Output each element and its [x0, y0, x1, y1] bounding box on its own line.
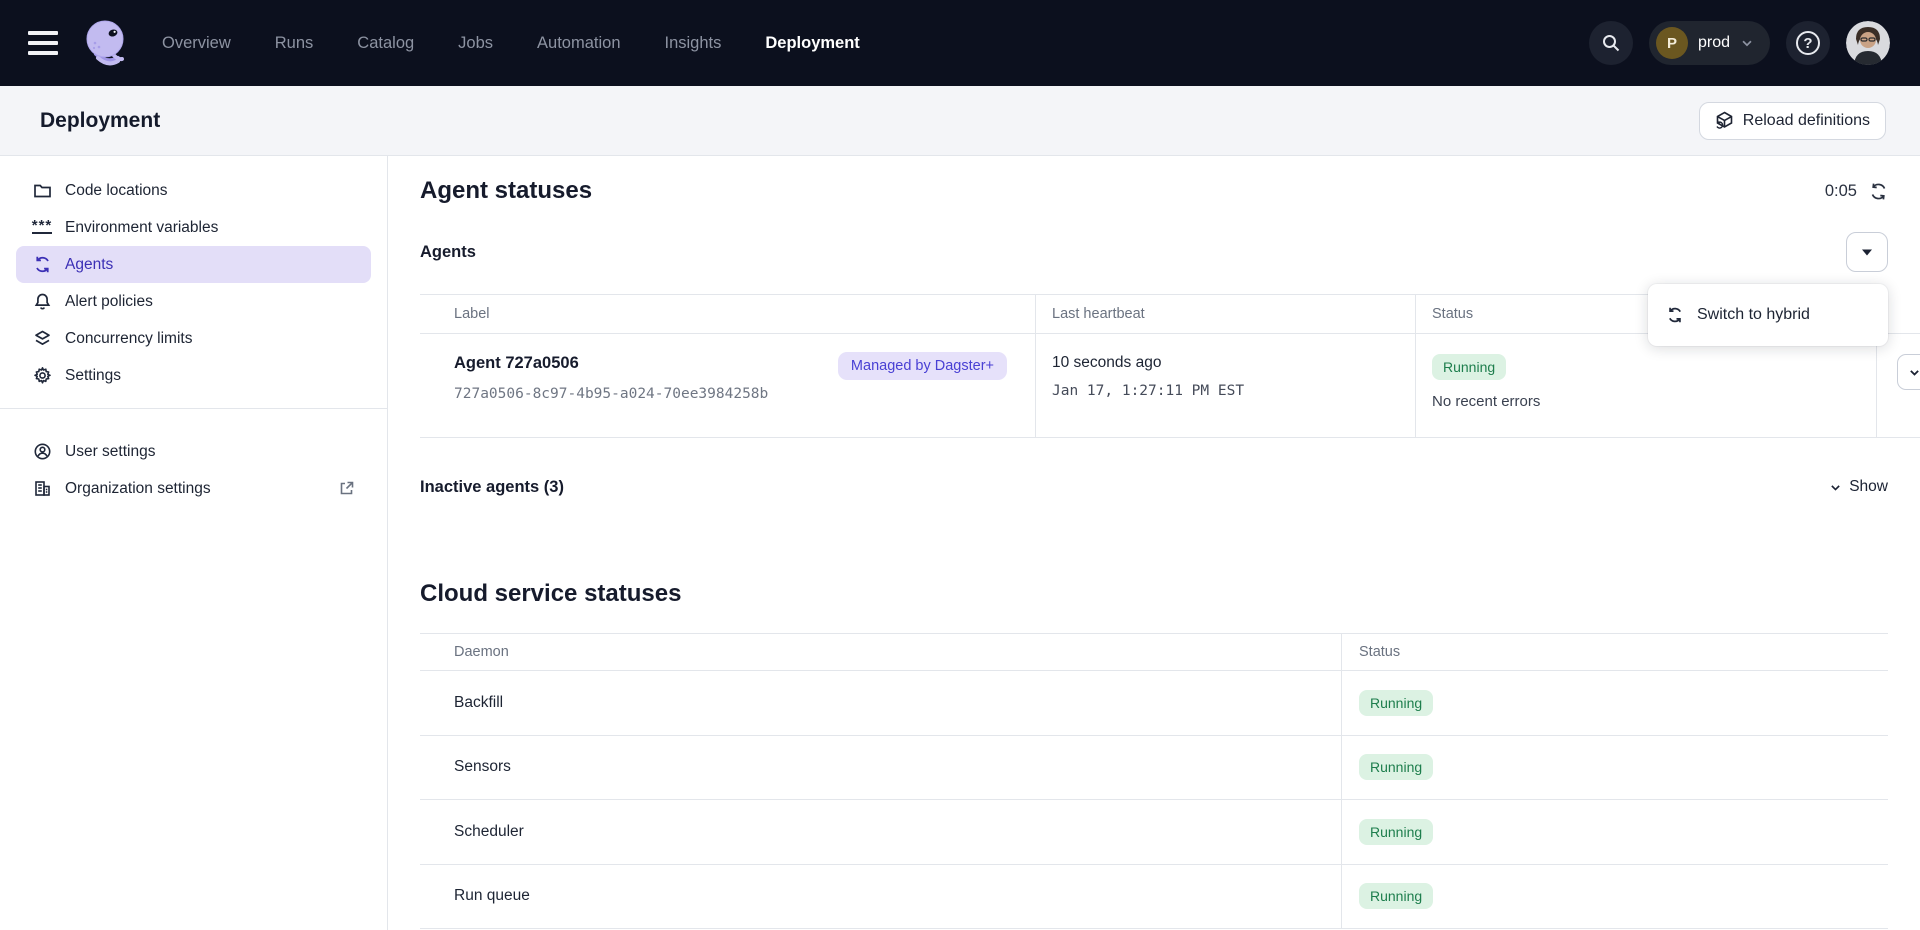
chevron-down-icon	[1829, 481, 1842, 494]
deployment-initial-badge: P	[1656, 27, 1688, 59]
help-icon: ?	[1796, 31, 1820, 55]
nav-item-runs[interactable]: Runs	[275, 34, 314, 53]
page-header: Deployment Reload definitions	[0, 86, 1920, 156]
sidebar-item-label: Alert policies	[65, 293, 153, 311]
sidebar-item-label: Agents	[65, 256, 113, 274]
daemon-name: Sensors	[420, 736, 1342, 801]
deployment-sidebar: Code locations *** Environment variables…	[0, 156, 388, 930]
daemon-name: Backfill	[420, 671, 1342, 736]
deployment-switcher[interactable]: P prod	[1649, 21, 1770, 65]
primary-nav: Overview Runs Catalog Jobs Automation In…	[162, 34, 860, 53]
agent-label-cell: Agent 727a0506 727a0506-8c97-4b95-a024-7…	[420, 334, 1036, 438]
daemon-status-cell: Running	[1342, 671, 1888, 736]
column-header-daemon: Daemon	[420, 634, 1342, 671]
daemon-status-cell: Running	[1342, 865, 1888, 930]
nav-item-insights[interactable]: Insights	[665, 34, 722, 53]
daemon-name: Scheduler	[420, 800, 1342, 865]
reload-package-icon	[1715, 111, 1734, 130]
agent-name: Agent 727a0506	[454, 354, 768, 373]
agent-cycle-icon	[32, 255, 52, 275]
user-icon	[32, 442, 52, 462]
show-inactive-agents-toggle[interactable]: Show	[1829, 478, 1888, 496]
sidebar-divider	[0, 408, 387, 409]
chevron-down-icon	[1740, 36, 1754, 50]
sidebar-item-label: User settings	[65, 443, 155, 461]
sidebar-item-label: Code locations	[65, 182, 168, 200]
status-badge: Running	[1359, 819, 1433, 845]
column-header-label: Label	[420, 295, 1036, 334]
status-badge: Running	[1432, 354, 1506, 380]
heartbeat-timestamp: Jan 17, 1:27:11 PM EST	[1052, 383, 1415, 399]
agent-id: 727a0506-8c97-4b95-a024-70ee3984258b	[454, 386, 768, 402]
cloud-services-table: Daemon Status Backfill Running Sensors R…	[420, 633, 1888, 929]
top-nav: Overview Runs Catalog Jobs Automation In…	[0, 0, 1920, 86]
layers-icon	[32, 329, 52, 349]
building-icon	[32, 479, 52, 499]
nav-item-overview[interactable]: Overview	[162, 34, 231, 53]
daemon-status-cell: Running	[1342, 736, 1888, 801]
managed-by-dagster-badge: Managed by Dagster+	[838, 352, 1007, 380]
show-label: Show	[1849, 478, 1888, 496]
sidebar-item-label: Concurrency limits	[65, 330, 192, 348]
status-note: No recent errors	[1432, 393, 1876, 410]
caret-down-icon	[1861, 248, 1873, 257]
menu-item-label: Switch to hybrid	[1697, 306, 1810, 324]
daemon-name: Run queue	[420, 865, 1342, 930]
sidebar-item-concurrency-limits[interactable]: Concurrency limits	[16, 320, 371, 357]
cloud-service-statuses-heading: Cloud service statuses	[420, 575, 1888, 613]
external-link-icon	[338, 480, 355, 497]
agent-statuses-heading: Agent statuses	[420, 177, 592, 205]
agent-row-menu-button[interactable]	[1897, 354, 1920, 390]
sidebar-item-organization-settings[interactable]: Organization settings	[16, 470, 371, 507]
reload-definitions-button[interactable]: Reload definitions	[1699, 102, 1886, 140]
agent-status-cell: Running No recent errors	[1416, 334, 1877, 438]
sidebar-item-code-locations[interactable]: Code locations	[16, 172, 371, 209]
sidebar-item-label: Settings	[65, 367, 121, 385]
nav-item-deployment[interactable]: Deployment	[765, 34, 859, 53]
folder-icon	[32, 181, 52, 201]
main-content: Agent statuses 0:05 Agents	[388, 156, 1920, 930]
chevron-down-icon	[1908, 366, 1920, 379]
page-title: Deployment	[40, 109, 160, 133]
heartbeat-relative: 10 seconds ago	[1052, 354, 1415, 372]
agents-actions-dropdown-button[interactable]	[1846, 232, 1888, 272]
column-header-status: Status	[1342, 634, 1888, 671]
column-header-last-heartbeat: Last heartbeat	[1036, 295, 1416, 334]
agent-actions-cell	[1877, 334, 1920, 438]
env-vars-icon: ***	[32, 218, 52, 238]
sidebar-item-label: Organization settings	[65, 480, 211, 498]
bell-icon	[32, 292, 52, 312]
nav-item-catalog[interactable]: Catalog	[357, 34, 414, 53]
inactive-agents-label: Inactive agents (3)	[420, 478, 564, 497]
gear-icon	[32, 366, 52, 386]
sidebar-item-user-settings[interactable]: User settings	[16, 433, 371, 470]
menu-item-switch-to-hybrid[interactable]: Switch to hybrid	[1648, 286, 1888, 344]
status-badge: Running	[1359, 883, 1433, 909]
sidebar-item-environment-variables[interactable]: *** Environment variables	[16, 209, 371, 246]
sidebar-item-alert-policies[interactable]: Alert policies	[16, 283, 371, 320]
dagster-logo[interactable]	[80, 16, 134, 70]
reload-definitions-label: Reload definitions	[1743, 112, 1870, 130]
agents-subheading: Agents	[420, 243, 476, 262]
agent-cycle-icon	[1666, 306, 1684, 324]
sidebar-item-label: Environment variables	[65, 219, 218, 237]
daemon-status-cell: Running	[1342, 800, 1888, 865]
status-badge: Running	[1359, 754, 1433, 780]
status-badge: Running	[1359, 690, 1433, 716]
sidebar-item-settings[interactable]: Settings	[16, 357, 371, 394]
user-avatar[interactable]	[1846, 21, 1890, 65]
refresh-icon[interactable]	[1869, 182, 1888, 201]
nav-item-automation[interactable]: Automation	[537, 34, 620, 53]
search-button[interactable]	[1589, 21, 1633, 65]
nav-item-jobs[interactable]: Jobs	[458, 34, 493, 53]
agents-actions-menu: Switch to hybrid	[1648, 284, 1888, 346]
deployment-name: prod	[1698, 34, 1730, 52]
help-button[interactable]: ?	[1786, 21, 1830, 65]
refresh-countdown: 0:05	[1825, 182, 1857, 201]
hamburger-menu-icon[interactable]	[28, 31, 58, 55]
sidebar-item-agents[interactable]: Agents	[16, 246, 371, 283]
agent-heartbeat-cell: 10 seconds ago Jan 17, 1:27:11 PM EST	[1036, 334, 1416, 438]
search-icon	[1601, 33, 1621, 53]
